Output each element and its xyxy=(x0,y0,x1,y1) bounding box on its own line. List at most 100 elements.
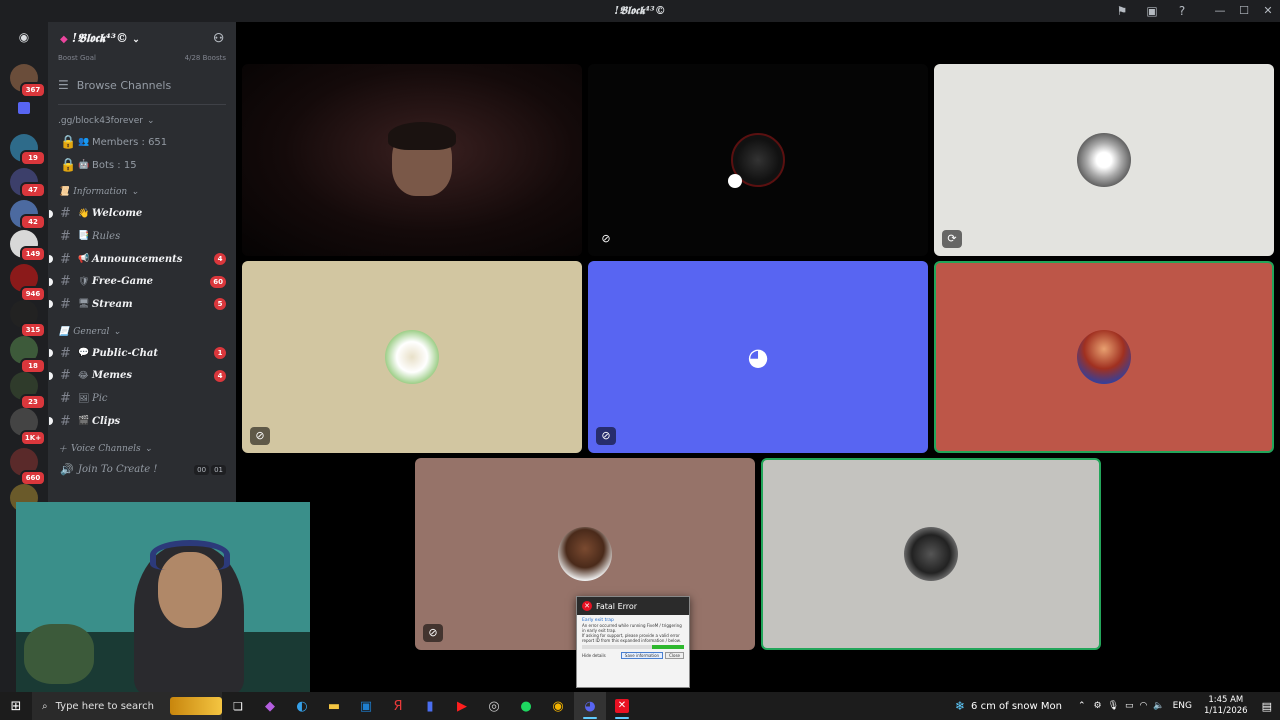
channel-emoji: 🛡 xyxy=(78,276,90,287)
category-name: Voice Channels xyxy=(71,443,141,454)
video-tile-speaking[interactable] xyxy=(934,261,1274,453)
hair-shape xyxy=(388,122,456,150)
hash-icon: # xyxy=(60,206,71,222)
fatal-error-body: Early exit trap An error occurred while … xyxy=(577,615,689,662)
help-icon[interactable]: ? xyxy=(1174,3,1190,19)
close-dialog-button[interactable]: Close xyxy=(665,652,684,659)
weather-text[interactable]: 6 cm of snow Mon xyxy=(971,701,1062,712)
user-avatar xyxy=(904,527,958,581)
weather-snow-icon: ❄ xyxy=(954,699,966,713)
hide-details-link[interactable]: Hide details xyxy=(582,653,606,658)
task-view-icon[interactable]: ❏ xyxy=(222,692,254,720)
channel-name: Bots : 15 xyxy=(92,159,137,171)
clock[interactable]: 1:45 AM 1/11/2026 xyxy=(1204,695,1248,717)
video-tile-user[interactable]: ⟳ xyxy=(934,64,1274,256)
channel-public-chat[interactable]: # 💬 Public-Chat 1 xyxy=(48,342,236,365)
voice-count: 00 xyxy=(194,464,210,475)
volume-icon[interactable]: 🔈 xyxy=(1153,701,1164,711)
inbox-icon[interactable]: ⚑ xyxy=(1114,3,1130,19)
system-tray: ❄ 6 cm of snow Mon ⌃ ⚙ 🎙 ▭ ◠ 🔈 ENG 1:45 … xyxy=(955,692,1280,720)
chevron-down-icon: ⌄ xyxy=(132,34,140,45)
network-icon[interactable]: ▭ xyxy=(1125,701,1134,711)
hash-icon: # xyxy=(60,413,71,429)
hash-icon: # xyxy=(60,274,71,290)
plant-shape xyxy=(24,624,94,684)
channel-emoji: 🎬 xyxy=(78,416,90,427)
file-explorer-icon[interactable]: ▬ xyxy=(318,692,350,720)
channel-announcements[interactable]: # 📢 Announcements 4 xyxy=(48,248,236,271)
category-name: Information xyxy=(73,187,128,198)
browse-channels-label: Browse Channels xyxy=(76,78,172,92)
mic-icon[interactable]: 🎙 xyxy=(1108,701,1119,711)
language-indicator[interactable]: ENG xyxy=(1173,701,1192,711)
wifi-icon[interactable]: ◠ xyxy=(1140,701,1148,711)
channel-members[interactable]: 🔒 👥 Members : 651 xyxy=(48,131,236,154)
folder-icon[interactable] xyxy=(18,102,30,114)
boost-goal[interactable]: Boost Goal 4/28 Boosts xyxy=(58,54,226,62)
channel-emoji: 📢 xyxy=(78,254,90,265)
video-tile-default-avatar[interactable]: ◕ ⊘ xyxy=(588,261,928,453)
screen-share-icon: ⟳ xyxy=(942,230,962,248)
channel-memes[interactable]: # 😂 Memes 4 xyxy=(48,365,236,388)
voice-channel-join-to-create[interactable]: 🔊 Join To Create ! 00 01 xyxy=(48,459,236,482)
window-title: !𝕭𝖑𝖔𝖈𝖐⁴³© xyxy=(614,4,666,17)
add-member-icon[interactable]: ⚇ xyxy=(213,31,224,45)
video-tile-user[interactable]: ⊘ xyxy=(242,261,582,453)
unread-indicator xyxy=(49,417,53,426)
category-invite[interactable]: .gg/block43forever ⌄ xyxy=(48,111,236,131)
guild-header[interactable]: ◆ !𝕭𝖑𝖔𝖈𝖐⁴³© ⌄ ⚇ xyxy=(48,22,236,54)
minimize-button[interactable]: — xyxy=(1208,0,1232,22)
voice-limit: 01 xyxy=(211,464,226,475)
channel-emoji: 👋 xyxy=(78,208,90,219)
notification-icon[interactable]: ▤ xyxy=(1262,700,1272,713)
edge-icon[interactable]: ◐ xyxy=(286,692,318,720)
unread-indicator xyxy=(49,300,53,309)
channel-welcome[interactable]: # 👋 Welcome xyxy=(48,202,236,225)
mic-muted-icon: ⊘ xyxy=(596,427,616,445)
save-information-button[interactable]: Save information xyxy=(620,652,664,659)
video-tile-camera[interactable] xyxy=(242,64,582,256)
tray-app-icon[interactable]: ⚙ xyxy=(1093,701,1101,711)
youtube-icon[interactable]: ▶ xyxy=(446,692,478,720)
channel-rules[interactable]: # 📑 Rules xyxy=(48,225,236,248)
server-badge: 19 xyxy=(20,150,46,166)
channel-stream[interactable]: # 🖥 Stream 5 xyxy=(48,293,236,316)
channel-pic[interactable]: # 🖼 Pic xyxy=(48,387,236,410)
discord-taskbar-icon[interactable]: ◕ xyxy=(574,692,606,720)
error-app-icon[interactable]: ✕ xyxy=(606,692,638,720)
speaker-icon: 🔊 xyxy=(60,463,74,477)
clock-date: 1/11/2026 xyxy=(1204,706,1248,716)
channel-name: Announcements xyxy=(92,253,183,265)
progress-bar xyxy=(582,645,684,649)
channel-clips[interactable]: # 🎬 Clips xyxy=(48,410,236,433)
mention-badge: 4 xyxy=(214,253,226,266)
video-tile-speaking[interactable] xyxy=(761,458,1101,650)
voice-stage: ⊘ ⟳ ⊘ ◕ ⊘ ⊘ xyxy=(236,22,1280,692)
plus-icon: ＋ xyxy=(58,445,68,456)
fatal-error-dialog[interactable]: ✕ Fatal Error Early exit trap An error o… xyxy=(576,596,690,688)
stats-app-icon[interactable]: ▮ xyxy=(414,692,446,720)
video-tile-dark[interactable]: ⊘ xyxy=(588,64,928,256)
category-information[interactable]: 📜 Information ⌄ xyxy=(48,182,236,202)
chrome-icon[interactable]: ◉ xyxy=(542,692,574,720)
discord-home-icon[interactable]: ◉ xyxy=(12,30,36,46)
category-general[interactable]: 📃 General ⌄ xyxy=(48,322,236,342)
channel-bots[interactable]: 🔒 🤖 Bots : 15 xyxy=(48,154,236,177)
lock-icon: 🔒 xyxy=(60,157,77,173)
channel-free-game[interactable]: # 🛡 Free-Game 60 xyxy=(48,270,236,293)
taskbar-search[interactable]: ⌕ Type here to search xyxy=(32,692,222,720)
maximize-button[interactable]: ☐ xyxy=(1232,0,1256,22)
outlook-icon[interactable]: ▣ xyxy=(350,692,382,720)
category-voice[interactable]: ＋ Voice Channels ⌄ xyxy=(48,439,236,459)
yandex-icon[interactable]: Я xyxy=(382,692,414,720)
copilot-icon[interactable]: ◆ xyxy=(254,692,286,720)
close-window-button[interactable]: ✕ xyxy=(1256,0,1280,22)
browse-channels-button[interactable]: ☰ Browse Channels xyxy=(48,70,236,100)
hash-icon: # xyxy=(60,368,71,384)
spotify-icon[interactable]: ● xyxy=(510,692,542,720)
screen-icon[interactable]: ▣ xyxy=(1144,3,1160,19)
clock-time: 1:45 AM xyxy=(1208,695,1244,705)
obs-icon[interactable]: ◎ xyxy=(478,692,510,720)
start-button[interactable]: ⊞ xyxy=(0,692,32,720)
chevron-up-icon[interactable]: ⌃ xyxy=(1078,701,1086,711)
